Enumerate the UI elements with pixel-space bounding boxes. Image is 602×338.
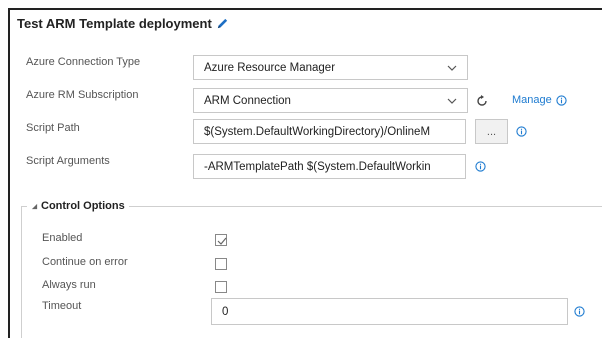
manage-link[interactable]: Manage (512, 94, 567, 106)
timeout-input[interactable]: 0 (211, 298, 568, 325)
pencil-icon[interactable] (216, 17, 229, 30)
script-path-label: Script Path (26, 122, 80, 134)
browse-button[interactable]: ... (475, 119, 508, 144)
timeout-value: 0 (222, 305, 229, 318)
control-options-header[interactable]: Control Options (27, 200, 129, 212)
subscription-value: ARM Connection (204, 94, 291, 107)
always-run-label: Always run (42, 279, 96, 291)
triangle-collapse-icon[interactable] (31, 203, 38, 210)
always-run-checkbox[interactable] (215, 281, 227, 293)
info-icon[interactable] (556, 94, 567, 106)
enabled-label: Enabled (42, 232, 83, 244)
info-icon[interactable] (516, 126, 527, 137)
script-arguments-input[interactable]: -ARMTemplatePath $(System.DefaultWorkin (193, 154, 466, 179)
script-arguments-value: -ARMTemplatePath $(System.DefaultWorkin (204, 160, 431, 173)
script-arguments-label: Script Arguments (26, 155, 110, 167)
script-path-input[interactable]: $(System.DefaultWorkingDirectory)/Online… (193, 119, 466, 144)
chevron-down-icon (447, 98, 457, 104)
info-icon[interactable] (475, 161, 486, 172)
enabled-checkbox[interactable] (215, 234, 227, 246)
chevron-down-icon (447, 65, 457, 71)
continue-on-error-checkbox[interactable] (215, 258, 227, 270)
timeout-label: Timeout (42, 300, 82, 312)
subscription-label: Azure RM Subscription (26, 89, 139, 101)
connection-type-label: Azure Connection Type (26, 56, 141, 68)
control-options-title: Control Options (41, 200, 125, 212)
info-icon[interactable] (574, 306, 585, 317)
continue-on-error-label: Continue on error (42, 256, 128, 268)
refresh-icon[interactable] (475, 94, 489, 108)
task-title-text: Test ARM Template deployment (17, 16, 212, 31)
subscription-select[interactable]: ARM Connection (193, 88, 468, 113)
script-path-value: $(System.DefaultWorkingDirectory)/Online… (204, 125, 431, 138)
connection-type-select[interactable]: Azure Resource Manager (193, 55, 468, 80)
manage-link-text[interactable]: Manage (512, 94, 552, 106)
task-title: Test ARM Template deployment (17, 16, 229, 31)
checkmark-icon (217, 237, 227, 245)
connection-type-value: Azure Resource Manager (204, 61, 336, 74)
